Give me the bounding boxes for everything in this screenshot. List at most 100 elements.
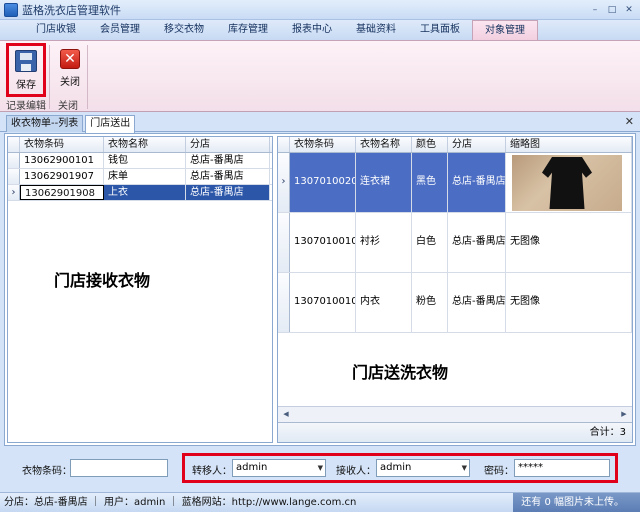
cell-store[interactable]: 总店-番禺店 [448,213,506,272]
cell-thumbnail[interactable]: 无图像 [506,273,632,332]
sent-clothes-grid: 衣物条码 衣物名称 颜色 分店 缩略图 › 13070100201 连衣裙 黑色… [277,136,633,443]
transfer-person-label: 转移人： [192,466,232,477]
receiver-select[interactable]: admin ▼ [376,459,470,477]
cell-store[interactable]: 总店-番禺店 [448,153,506,212]
cell-name[interactable]: 衬衫 [356,213,412,272]
col-header-color[interactable]: 颜色 [412,137,448,152]
current-row-arrow-icon[interactable]: › [278,153,290,212]
minimize-button[interactable]: – [588,3,602,16]
ribbon-separator [87,45,88,109]
floppy-disk-icon [15,50,37,72]
col-header-store[interactable]: 分店 [186,137,270,152]
row-header-corner [8,137,20,152]
tab-reports[interactable]: 报表中心 [280,20,344,40]
tab-transfer-clothes[interactable]: 移交衣物 [152,20,216,40]
title-bar: 蓝格洗衣店管理软件 – □ ✕ [0,0,640,20]
cell-code[interactable]: 13062900101 [20,153,104,168]
cell-code[interactable]: 13070100101 [290,273,356,332]
col-header-name[interactable]: 衣物名称 [104,137,186,152]
receiver-value: admin [380,462,412,473]
chevron-down-icon[interactable]: ▼ [462,460,467,476]
close-button-label: 关闭 [60,77,80,88]
scroll-right-arrow-icon[interactable]: ▶ [618,409,630,420]
table-row[interactable]: 13062900101 钱包 总店-番禺店 [8,153,272,169]
transfer-form: 衣物条码： 转移人： admin ▼ 接收人： admin ▼ 密码： ****… [4,450,636,488]
cell-thumbnail[interactable]: 无图像 [506,213,632,272]
grid-header: 衣物条码 衣物名称 颜色 分店 缩略图 [278,137,632,153]
dress-shape [542,157,592,209]
cell-color[interactable]: 白色 [412,213,448,272]
close-window-button[interactable]: ✕ [622,3,636,16]
col-header-store[interactable]: 分店 [448,137,506,152]
group-label-record-edit: 记录编辑 [6,101,46,112]
table-row[interactable]: 13070100102 衬衫 白色 总店-番禺店 无图像 [278,213,632,273]
cell-code[interactable]: 13062901908 [20,185,104,200]
upload-status: 还有 0 幅图片未上传。 [513,493,640,512]
doc-tab-store-send[interactable]: 门店送出 [85,115,136,133]
cell-code[interactable]: 13062901907 [20,169,104,184]
close-document-icon[interactable]: ✕ [625,115,634,128]
window-controls: – □ ✕ [588,3,636,16]
col-header-code[interactable]: 衣物条码 [290,137,356,152]
save-button[interactable]: 保存 [6,43,46,97]
splitter-handle[interactable]: ⋮ [273,273,282,294]
save-button-label: 保存 [16,80,36,91]
tab-inventory[interactable]: 库存管理 [216,20,280,40]
received-clothes-grid: 衣物条码 衣物名称 分店 13062900101 钱包 总店-番禺店 13062… [7,136,273,443]
current-row-arrow-icon[interactable]: › [8,185,20,200]
chevron-down-icon[interactable]: ▼ [318,460,323,476]
right-grid-caption: 门店送洗衣物 [352,363,449,382]
password-label: 密码： [484,466,514,477]
doc-tab-receipt-list[interactable]: 收衣物单--列表 [6,115,84,132]
tab-store-cashier[interactable]: 门店收银 [24,20,88,40]
maximize-button[interactable]: □ [605,3,619,16]
dress-thumbnail-image [512,155,622,211]
col-header-code[interactable]: 衣物条码 [20,137,104,152]
row-header[interactable] [278,213,290,272]
grid-header: 衣物条码 衣物名称 分店 [8,137,272,153]
tab-tools[interactable]: 工具面板 [408,20,472,40]
close-button[interactable]: ✕ 关闭 [52,45,88,95]
cell-name[interactable]: 床单 [104,169,186,184]
tab-base-data[interactable]: 基础资料 [344,20,408,40]
status-info: 分店：总店-番禺店 ｜ 用户：admin ｜ 蓝格网站：http://www.l… [4,497,357,508]
col-header-thumbnail[interactable]: 缩略图 [506,137,632,152]
table-row-selected[interactable]: › 13062901908 上衣 总店-番禺店 [8,185,272,201]
table-row-selected[interactable]: › 13070100201 连衣裙 黑色 总店-番禺店 [278,153,632,213]
main-menu-tabs: 门店收银 会员管理 移交衣物 库存管理 报表中心 基础资料 工具面板 对象管理 [0,20,640,40]
row-header[interactable] [8,169,20,184]
transfer-person-select[interactable]: admin ▼ [232,459,326,477]
code-input[interactable] [70,459,168,477]
cell-store[interactable]: 总店-番禺店 [186,169,270,184]
cell-store[interactable]: 总店-番禺店 [186,153,270,168]
tab-object-management[interactable]: 对象管理 [472,20,538,40]
tab-member-management[interactable]: 会员管理 [88,20,152,40]
cell-color[interactable]: 黑色 [412,153,448,212]
cell-name[interactable]: 钱包 [104,153,186,168]
app-logo-icon [4,2,18,17]
table-row[interactable]: 13070100101 内衣 粉色 总店-番禺店 无图像 [278,273,632,333]
cell-name[interactable]: 连衣裙 [356,153,412,212]
cell-color[interactable]: 粉色 [412,273,448,332]
code-label: 衣物条码： [22,466,72,477]
row-header[interactable] [8,153,20,168]
password-input[interactable]: ***** [514,459,610,477]
table-row[interactable]: 13062901907 床单 总店-番禺店 [8,169,272,185]
cell-store[interactable]: 总店-番禺店 [448,273,506,332]
scroll-left-arrow-icon[interactable]: ◀ [280,409,292,420]
receiver-label: 接收人： [336,466,376,477]
grid-total-count: 合计：3 [278,422,632,442]
row-header[interactable] [278,273,290,332]
row-header-corner [278,137,290,152]
col-header-name[interactable]: 衣物名称 [356,137,412,152]
cell-name[interactable]: 内衣 [356,273,412,332]
red-x-icon: ✕ [60,49,80,69]
cell-code[interactable]: 13070100102 [290,213,356,272]
ribbon-toolbar: 保存 ✕ 关闭 记录编辑 关闭 [0,40,640,112]
cell-thumbnail[interactable] [506,153,632,212]
cell-name[interactable]: 上衣 [104,185,186,200]
cell-code[interactable]: 13070100201 [290,153,356,212]
document-tabs: 收衣物单--列表 门店送出 [0,114,640,133]
horizontal-scrollbar[interactable]: ◀ ▶ [278,406,632,422]
cell-store[interactable]: 总店-番禺店 [186,185,270,200]
